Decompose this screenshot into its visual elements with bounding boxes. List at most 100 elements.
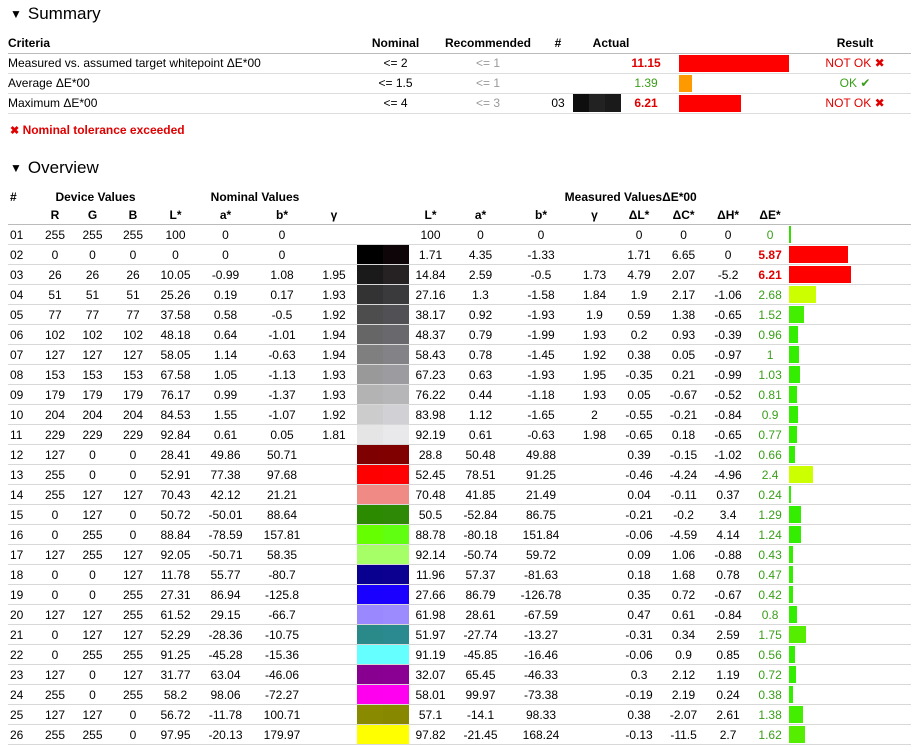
overview-table: # Device Values Nominal Values Measured … (8, 188, 912, 745)
delta-e: 0.8 (751, 604, 790, 625)
overview-subheader: ΔC* (662, 206, 706, 225)
color-swatch (357, 644, 410, 665)
measured-b: -16.46 (509, 644, 574, 665)
nominal-l: 58.2 (153, 684, 198, 705)
device-g: 0 (72, 584, 113, 605)
summary-recommended: <= 3 (433, 93, 543, 114)
measured-a: 0.92 (452, 304, 510, 325)
overview-subheader: a* (198, 206, 253, 225)
measured-b: -1.45 (509, 344, 574, 365)
measured-b: 0 (509, 224, 574, 245)
delta-e: 1.75 (751, 624, 790, 645)
delta-h: -0.65 (705, 424, 752, 445)
measured-l: 52.45 (409, 464, 453, 485)
measured-b: -1.99 (509, 324, 574, 345)
measured-l: 28.8 (409, 444, 453, 465)
error-x-icon: ✖ (874, 56, 885, 70)
delta-e-bar-cell (789, 344, 912, 365)
device-b: 127 (113, 344, 153, 365)
measured-gamma: 1.92 (573, 344, 617, 365)
device-r: 179 (38, 384, 72, 405)
swatch-nominal (357, 305, 384, 324)
device-r: 127 (38, 604, 72, 625)
measured-a: 0.79 (452, 324, 510, 345)
nominal-b: 21.21 (253, 484, 311, 505)
swatch-measured (383, 225, 410, 244)
device-r: 127 (38, 444, 72, 465)
swatch-measured (383, 465, 410, 484)
summary-num (543, 53, 573, 74)
summary-actual-bar (679, 55, 789, 72)
measured-a: 0.61 (452, 424, 510, 445)
summary-swatch (573, 93, 621, 114)
row-id: 07 (8, 344, 38, 365)
row-id: 02 (8, 244, 38, 265)
measured-l: 91.19 (409, 644, 453, 665)
delta-e-bar (789, 446, 796, 463)
delta-c: 0.34 (662, 624, 706, 645)
delta-h: -0.84 (705, 604, 752, 625)
delta-c: 2.12 (662, 664, 706, 685)
nominal-b: 179.97 (253, 724, 311, 745)
measured-b: 59.72 (509, 544, 574, 565)
summary-bar-cell (679, 93, 800, 114)
measured-a: -50.74 (452, 544, 510, 565)
delta-e-bar-cell (789, 564, 912, 585)
delta-l: -0.13 (616, 724, 663, 745)
summary-section-toggle[interactable]: ▼ Summary (10, 4, 101, 24)
nominal-b: -15.36 (253, 644, 311, 665)
delta-e: 0 (751, 224, 790, 245)
nominal-l: 10.05 (153, 264, 198, 285)
device-g: 0 (72, 444, 113, 465)
delta-h: -0.99 (705, 364, 752, 385)
device-g: 102 (72, 324, 113, 345)
measured-l: 11.96 (409, 564, 453, 585)
measured-gamma (573, 664, 617, 685)
swatch-nominal (357, 665, 384, 684)
measured-b: -0.5 (509, 264, 574, 285)
delta-e-bar-cell (789, 664, 912, 685)
device-g: 127 (72, 604, 113, 625)
color-swatch (357, 344, 410, 365)
overview-section-toggle[interactable]: ▼ Overview (10, 158, 99, 178)
summary-result: NOT OK ✖ (799, 93, 912, 114)
nominal-b: -1.37 (253, 384, 311, 405)
device-g: 127 (72, 504, 113, 525)
overview-row: 19 0 0 255 27.31 86.94 -125.8 27.66 86.7… (8, 584, 912, 605)
nominal-l: 92.05 (153, 544, 198, 565)
delta-e-bar (789, 586, 793, 603)
delta-c: 2.19 (662, 684, 706, 705)
summary-swatch (573, 53, 613, 74)
overview-subheader: G (72, 206, 113, 225)
device-r: 0 (38, 504, 72, 525)
swatch-measured (383, 305, 410, 324)
delta-e-bar-cell (789, 624, 912, 645)
nominal-b: 97.68 (253, 464, 311, 485)
delta-e-bar-cell (789, 264, 912, 285)
device-g: 127 (72, 704, 113, 725)
measured-b: -1.33 (509, 244, 574, 265)
delta-c: 6.65 (662, 244, 706, 265)
nominal-a: 0.99 (198, 384, 253, 405)
error-x-icon: ✖ (874, 96, 885, 110)
delta-e: 6.21 (751, 264, 790, 285)
swatch-nominal (357, 385, 384, 404)
delta-e-bar (789, 406, 798, 423)
summary-swatch-block (589, 94, 605, 112)
nominal-b: 50.71 (253, 444, 311, 465)
measured-a: -21.45 (452, 724, 510, 745)
swatch-measured (383, 365, 410, 384)
delta-h: 0.37 (705, 484, 752, 505)
nominal-l: 100 (153, 224, 198, 245)
device-r: 127 (38, 664, 72, 685)
nominal-a: -20.13 (198, 724, 253, 745)
overview-subheader: ΔE* (751, 206, 790, 225)
color-swatch (357, 404, 410, 425)
device-b: 127 (113, 544, 153, 565)
device-g: 255 (72, 724, 113, 745)
overview-title: Overview (27, 158, 99, 177)
nominal-a: -11.78 (198, 704, 253, 725)
swatch-nominal (357, 505, 384, 524)
delta-c: 0.93 (662, 324, 706, 345)
row-id: 19 (8, 584, 38, 605)
